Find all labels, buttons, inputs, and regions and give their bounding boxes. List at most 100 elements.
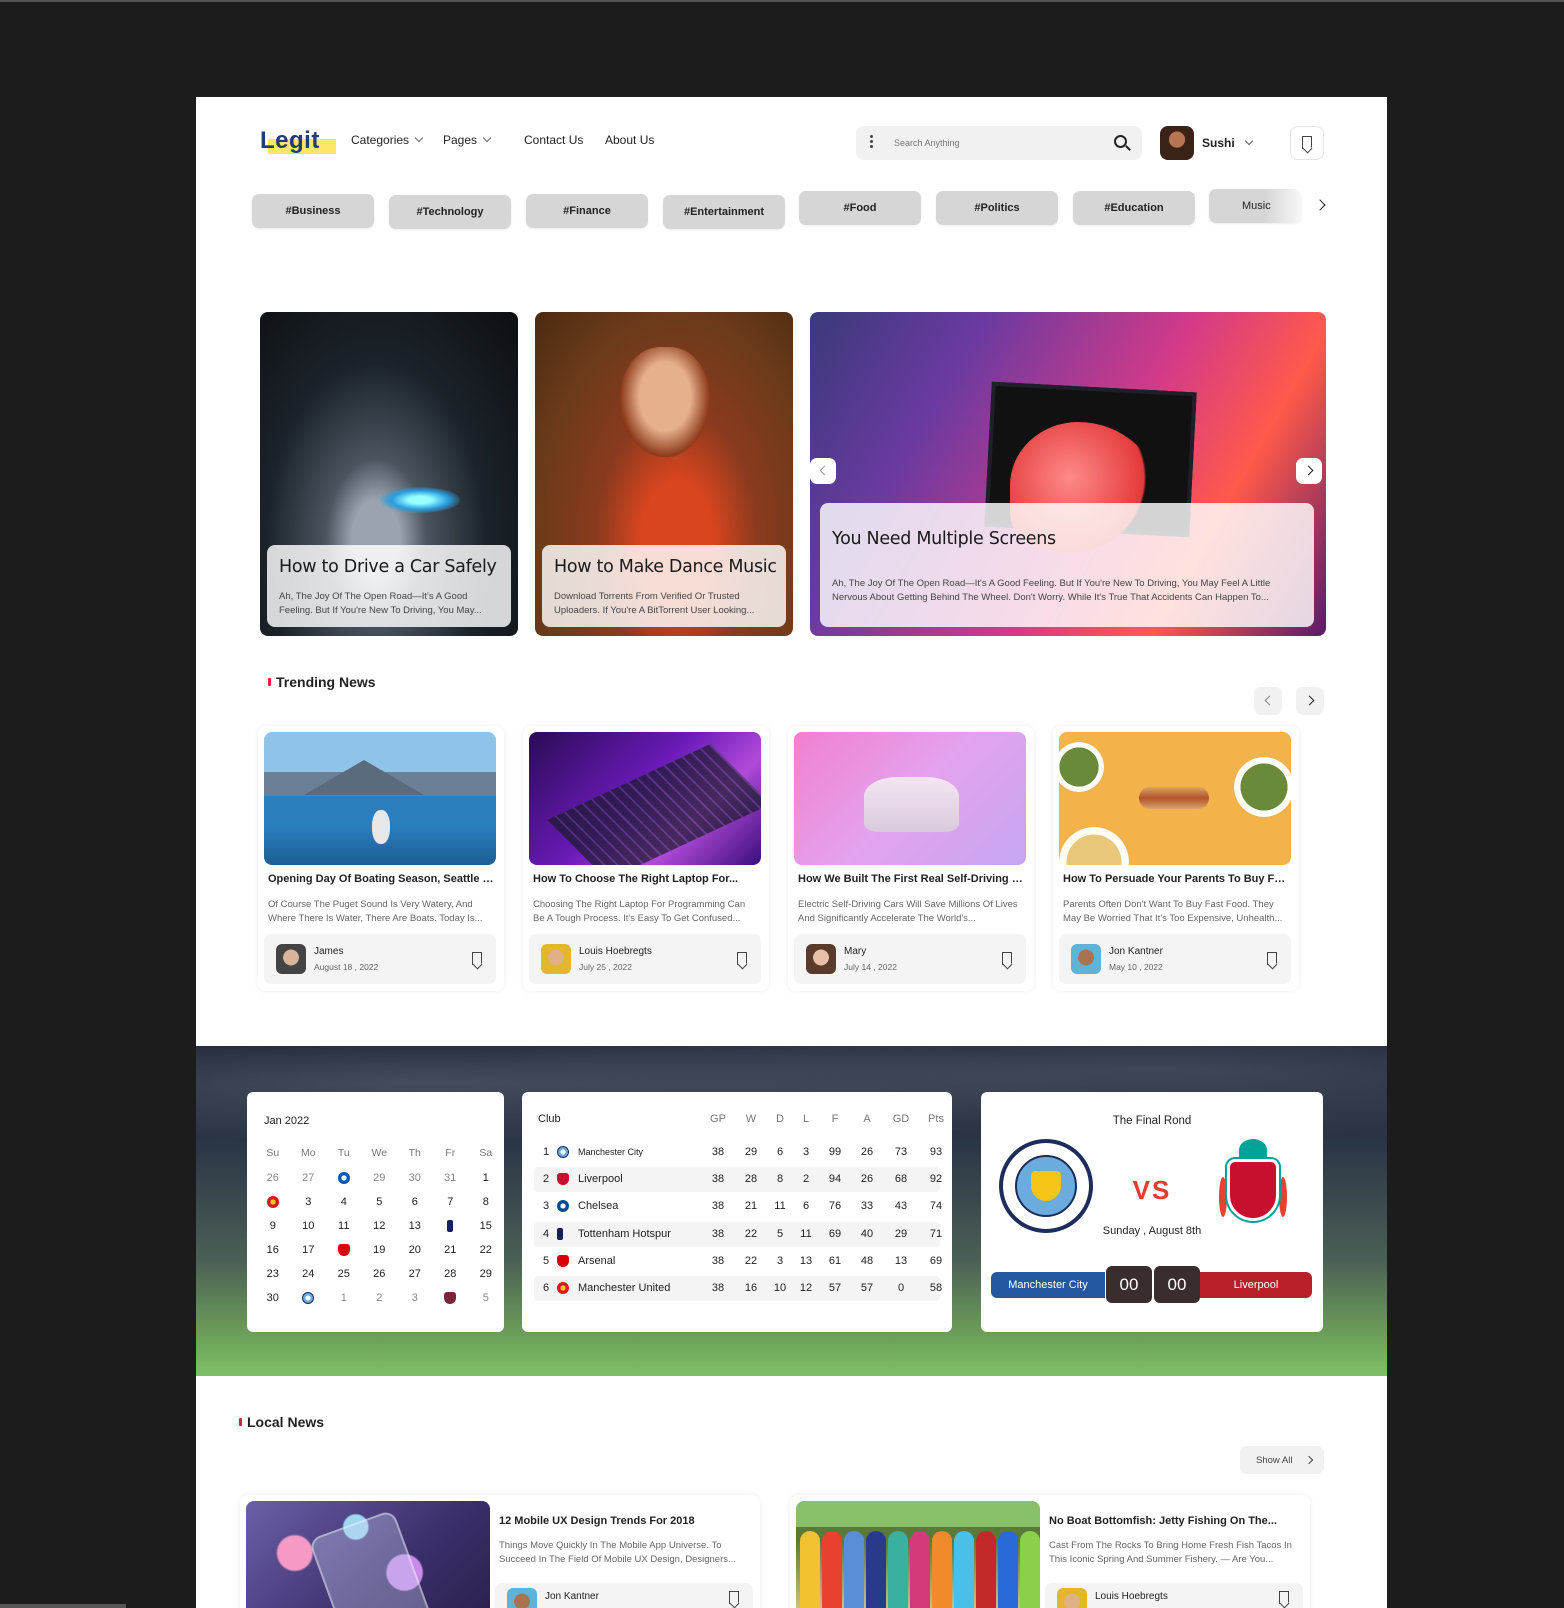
article-image [264,732,496,865]
match-title: The Final Rond [1112,1115,1192,1127]
tag-food[interactable]: #Food [799,191,921,225]
calendar-day[interactable]: 7 [433,1190,469,1214]
hero-card-3[interactable]: You Need Multiple Screens Ah, The Joy Of… [810,312,1326,636]
match-day-badge[interactable] [433,1286,469,1310]
nav-about[interactable]: About Us [605,133,654,147]
tag-technology[interactable]: #Technology [389,195,511,229]
author-bar: Louis Hoebregts [1045,1583,1303,1608]
calendar-day[interactable]: 23 [255,1262,291,1286]
calendar-day[interactable]: 5 [362,1190,398,1214]
match-day-badge[interactable] [291,1286,327,1310]
logo[interactable]: Legit [260,127,338,156]
calendar-day[interactable]: 20 [397,1238,433,1262]
bookmark-icon[interactable] [1279,1591,1289,1604]
table-row[interactable]: 3 Chelsea 38 21 11 6 76 33 43 74 [534,1194,942,1219]
calendar-day[interactable]: 19 [362,1238,398,1262]
match-day-badge[interactable] [433,1214,469,1238]
calendar-day[interactable]: 25 [326,1262,362,1286]
match-day-badge[interactable] [326,1238,362,1262]
calendar-day[interactable]: 21 [433,1238,469,1262]
calendar-day[interactable]: 11 [326,1214,362,1238]
calendar-day[interactable]: 27 [397,1262,433,1286]
calendar-day[interactable]: 9 [255,1214,291,1238]
nav-pages[interactable]: Pages [443,133,492,147]
calendar-day[interactable]: 4 [326,1190,362,1214]
calendar-day[interactable]: 22 [468,1238,504,1262]
chevron-right-icon[interactable] [1314,199,1326,211]
trending-card[interactable]: How To Persuade Your Parents To Buy Fast… [1053,726,1299,991]
table-header: A [863,1113,871,1125]
calendar-day[interactable]: 13 [397,1214,433,1238]
tag-business[interactable]: #Business [252,194,374,228]
calendar-day[interactable]: 8 [468,1190,504,1214]
table-row[interactable]: 4 Tottenham Hotspur 38 22 5 11 69 40 29 71 [534,1221,942,1247]
hero-prev-button[interactable] [810,458,836,484]
tag-finance[interactable]: #Finance [526,194,648,228]
calendar-day[interactable]: 6 [397,1190,433,1214]
calendar-day[interactable]: 27 [291,1166,327,1190]
calendar-day[interactable]: 31 [433,1166,469,1190]
show-all-button[interactable]: Show All [1240,1446,1324,1474]
trending-card[interactable]: Opening Day Of Boating Season, Seattle W… [258,726,504,991]
stat-f: 99 [828,1146,842,1158]
more-vertical-icon[interactable] [870,135,874,151]
article-excerpt: Things Move Quickly In The Mobile App Un… [499,1540,736,1565]
calendar-day[interactable]: 26 [255,1166,291,1190]
hero-title: How to Make Dance Music [554,557,777,577]
bookmark-icon[interactable] [472,952,482,965]
liverpool-crest-icon [1217,1137,1289,1235]
home-team-label: Manchester City [991,1272,1105,1298]
local-news-card[interactable]: 12 Mobile UX Design Trends For 2018 Thin… [240,1495,760,1608]
calendar-day[interactable]: 16 [255,1238,291,1262]
hero-card-1[interactable]: How to Drive a Car Safely Ah, The Joy Of… [260,312,518,636]
table-row[interactable]: 1 Manchester City 38 29 6 3 99 26 73 93 [534,1140,942,1165]
calendar-day[interactable]: 3 [291,1190,327,1214]
hero-card-caption: You Need Multiple Screens Ah, The Joy Of… [820,503,1314,627]
calendar-day[interactable]: 1 [326,1286,362,1310]
avatar [806,944,836,974]
bookmarks-button[interactable] [1290,126,1324,160]
calendar-day[interactable]: 5 [468,1286,504,1310]
bookmark-icon[interactable] [737,952,747,965]
calendar-day[interactable]: 10 [291,1214,327,1238]
match-day-badge[interactable] [326,1166,362,1190]
calendar-day[interactable]: 29 [362,1166,398,1190]
nav-contact[interactable]: Contact Us [524,133,583,147]
trending-card[interactable]: How To Choose The Right Laptop For... Ch… [523,726,769,991]
hero-next-button[interactable] [1296,458,1322,484]
hero-card-2[interactable]: How to Make Dance Music Download Torrent… [535,312,793,636]
calendar-day[interactable]: 3 [397,1286,433,1310]
table-row[interactable]: 2 Liverpool 38 28 8 2 94 26 68 92 [534,1167,942,1193]
calendar-day[interactable]: 29 [468,1262,504,1286]
bookmark-icon[interactable] [729,1591,739,1604]
trending-next-button[interactable] [1296,687,1324,715]
calendar-day[interactable]: 26 [362,1262,398,1286]
nav-categories[interactable]: Categories [351,133,424,147]
calendar-day[interactable]: 1 [468,1166,504,1190]
table-row[interactable]: 6 Manchester United 38 16 10 12 57 57 0 58 [534,1276,942,1301]
tag-entertainment[interactable]: #Entertainment [663,195,785,229]
logo-text: Legit [260,127,320,154]
local-news-card[interactable]: No Boat Bottomfish: Jetty Fishing On The… [790,1495,1310,1608]
search-icon[interactable] [1114,135,1127,148]
calendar-day[interactable]: 24 [291,1262,327,1286]
search-input[interactable] [894,133,1104,153]
tag-education[interactable]: #Education [1073,191,1195,225]
calendar-day[interactable]: 15 [468,1214,504,1238]
stat-f: 76 [828,1200,842,1213]
bookmark-icon[interactable] [1002,952,1012,965]
trending-card[interactable]: How We Built The First Real Self-Driving… [788,726,1034,991]
calendar-day[interactable]: 28 [433,1262,469,1286]
table-row[interactable]: 5 Arsenal 38 22 3 13 61 48 13 69 [534,1249,942,1274]
calendar-day[interactable]: 12 [362,1214,398,1238]
match-day-badge[interactable] [255,1190,291,1214]
user-menu[interactable]: Sushi [1160,126,1253,160]
calendar-day[interactable]: 30 [255,1286,291,1310]
tag-politics[interactable]: #Politics [936,191,1058,225]
bookmark-icon[interactable] [1267,952,1277,965]
tag-music[interactable]: Music [1209,189,1301,223]
trending-prev-button[interactable] [1254,687,1282,715]
calendar-day[interactable]: 30 [397,1166,433,1190]
calendar-day[interactable]: 2 [362,1286,398,1310]
calendar-day[interactable]: 17 [291,1238,327,1262]
